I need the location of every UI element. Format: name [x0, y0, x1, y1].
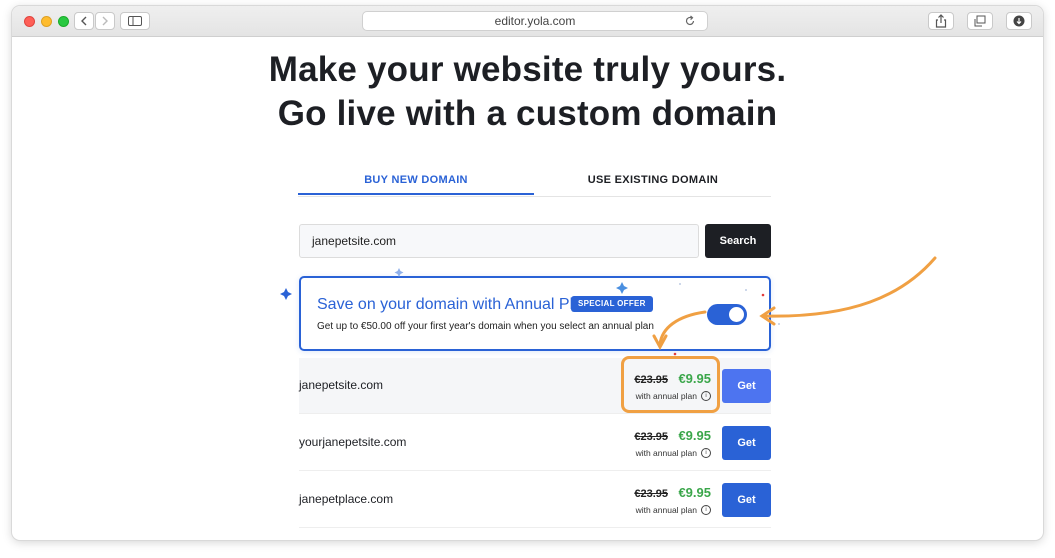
sidebar-toggle-button[interactable]: [120, 12, 150, 30]
discounted-price: €9.95: [678, 485, 711, 500]
discounted-price: €9.95: [678, 428, 711, 443]
search-button[interactable]: Search: [705, 224, 771, 258]
share-button[interactable]: [928, 12, 954, 30]
domain-search-input[interactable]: janepetsite.com: [299, 224, 699, 258]
download-icon: [1013, 15, 1025, 27]
forward-button[interactable]: [95, 12, 115, 30]
price-highlight-annotation: [621, 356, 720, 413]
original-price: €23.95: [634, 488, 668, 500]
share-icon: [935, 14, 947, 28]
address-url: editor.yola.com: [494, 14, 576, 28]
original-price: €23.95: [634, 431, 668, 443]
annual-plan-note: with annual plan: [635, 448, 697, 458]
domain-name: janepetplace.com: [299, 492, 394, 506]
page-headline: Make your website truly yours. Go live w…: [12, 48, 1043, 136]
sidebar-icon: [128, 16, 142, 26]
price-block: €23.95 €9.95 with annual plan i: [634, 427, 711, 458]
domain-result-row: janepetplace.com €23.95 €9.95 with annua…: [299, 472, 771, 528]
toggle-knob: [729, 307, 744, 322]
special-offer-badge: SPECIAL OFFER: [571, 296, 653, 312]
info-icon[interactable]: i: [701, 448, 711, 458]
minimize-window-button[interactable]: [41, 16, 52, 27]
zoom-window-button[interactable]: [58, 16, 69, 27]
tabs-overview-icon: [974, 15, 986, 27]
browser-toolbar: editor.yola.com: [12, 6, 1043, 37]
browser-window: editor.yola.com Make your website truly …: [12, 6, 1043, 540]
domain-result-row: yourjanepetsite.com €23.95 €9.95 with an…: [299, 415, 771, 471]
offer-subtitle: Get up to €50.00 off your first year's d…: [317, 321, 654, 332]
tab-buy-new-domain[interactable]: BUY NEW DOMAIN: [298, 168, 534, 195]
offer-title: Save on your domain with Annual Plan: [317, 296, 591, 313]
chevron-left-icon: [81, 16, 87, 26]
annual-plan-offer-card: Save on your domain with Annual Plan SPE…: [299, 276, 771, 351]
get-domain-button[interactable]: Get: [722, 426, 771, 460]
domain-name: janepetsite.com: [299, 378, 384, 392]
get-domain-button[interactable]: Get: [722, 369, 771, 403]
get-domain-button[interactable]: Get: [722, 483, 771, 517]
annual-plan-toggle[interactable]: [707, 304, 747, 325]
close-window-button[interactable]: [24, 16, 35, 27]
info-icon[interactable]: i: [701, 505, 711, 515]
domain-search-value: janepetsite.com: [312, 234, 397, 248]
tabs-button[interactable]: [967, 12, 993, 30]
domain-name: yourjanepetsite.com: [299, 435, 407, 449]
headline-line-2: Go live with a custom domain: [277, 94, 778, 133]
downloads-button[interactable]: [1006, 12, 1032, 30]
domain-tabs: BUY NEW DOMAIN USE EXISTING DOMAIN: [298, 168, 771, 197]
reload-icon[interactable]: [683, 14, 697, 28]
address-bar[interactable]: editor.yola.com: [362, 11, 708, 31]
annual-plan-note: with annual plan: [635, 505, 697, 515]
tab-use-existing-domain[interactable]: USE EXISTING DOMAIN: [535, 168, 771, 195]
headline-line-1: Make your website truly yours.: [268, 50, 787, 89]
back-button[interactable]: [74, 12, 94, 30]
price-block: €23.95 €9.95 with annual plan i: [634, 484, 711, 515]
chevron-right-icon: [102, 16, 108, 26]
